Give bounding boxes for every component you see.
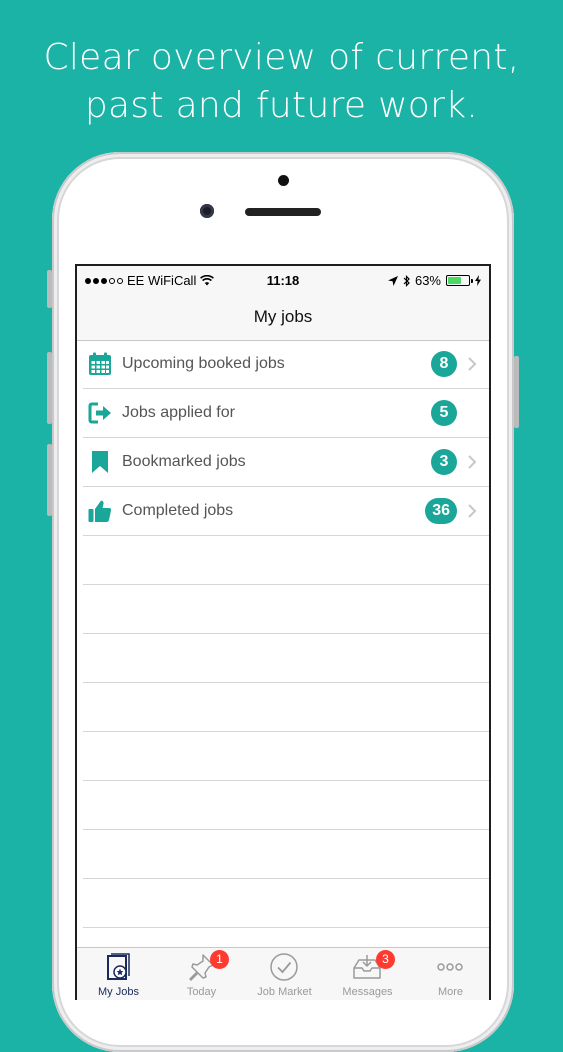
chevron-right-icon	[468, 455, 477, 469]
empty-row	[83, 879, 489, 928]
row-label: Completed jobs	[122, 502, 234, 519]
status-bar: EE WiFiCall 11:18 63%	[77, 266, 489, 294]
row-upcoming-booked-jobs[interactable]: Upcoming booked jobs 8	[83, 340, 489, 389]
sign-out-icon	[88, 402, 111, 424]
tab-label: My Jobs	[98, 986, 139, 998]
empty-row	[83, 536, 489, 585]
empty-row	[83, 585, 489, 634]
empty-row	[83, 683, 489, 732]
thumbs-up-icon	[88, 500, 112, 522]
tab-label: Today	[186, 986, 217, 998]
chevron-right-icon	[468, 357, 477, 371]
battery-percent: 63%	[414, 273, 441, 288]
row-label: Jobs applied for	[122, 404, 235, 421]
check-circle-icon	[270, 953, 298, 981]
count-badge: 36	[425, 498, 457, 524]
chevron-right-icon	[468, 504, 477, 518]
charging-bolt-icon	[475, 275, 481, 286]
empty-row	[83, 634, 489, 683]
my-jobs-icon	[107, 953, 130, 980]
page-title: My jobs	[253, 307, 313, 326]
headline: Clear overview of current, past and futu…	[0, 34, 563, 130]
count-badge: 3	[431, 449, 457, 475]
tab-messages[interactable]: 3 Messages	[326, 948, 409, 1000]
bookmark-icon	[92, 451, 108, 473]
battery-icon	[446, 275, 473, 286]
empty-row	[83, 830, 489, 879]
tab-label: Messages	[342, 986, 393, 998]
proximity-sensor	[278, 175, 289, 186]
tab-job-market[interactable]: Job Market	[243, 948, 326, 1000]
front-camera	[200, 204, 214, 218]
nav-bar: My jobs	[77, 294, 489, 341]
tab-label: More	[437, 986, 464, 998]
power-button	[514, 356, 519, 428]
bluetooth-icon	[403, 274, 410, 287]
row-completed-jobs[interactable]: Completed jobs 36	[83, 487, 489, 536]
tab-bar: My Jobs 1 Today Job Market 3 Messages Mo…	[77, 947, 489, 1000]
count-badge: 8	[431, 351, 457, 377]
notification-badge: 3	[376, 950, 395, 969]
row-label: Bookmarked jobs	[122, 453, 246, 470]
calendar-icon	[89, 352, 111, 375]
count-badge: 5	[431, 400, 457, 426]
tab-today[interactable]: 1 Today	[160, 948, 243, 1000]
tab-label: Job Market	[257, 986, 312, 998]
row-bookmarked-jobs[interactable]: Bookmarked jobs 3	[83, 438, 489, 487]
tab-more[interactable]: More	[409, 948, 489, 1000]
headline-line-1: Clear overview of current,	[43, 37, 520, 78]
location-arrow-icon	[387, 275, 398, 286]
empty-row	[83, 781, 489, 830]
app-screen: EE WiFiCall 11:18 63% My jobs Upcoming b…	[75, 264, 491, 1000]
empty-row	[83, 732, 489, 781]
row-jobs-applied-for[interactable]: Jobs applied for 5	[83, 389, 489, 438]
tab-my-jobs[interactable]: My Jobs	[77, 948, 160, 1000]
notification-badge: 1	[210, 950, 229, 969]
earpiece-speaker	[245, 208, 321, 216]
row-label: Upcoming booked jobs	[122, 355, 285, 372]
headline-line-2: past and future work.	[84, 85, 479, 126]
jobs-list: Upcoming booked jobs 8 Jobs applied for …	[77, 340, 489, 928]
more-icon	[437, 963, 463, 971]
